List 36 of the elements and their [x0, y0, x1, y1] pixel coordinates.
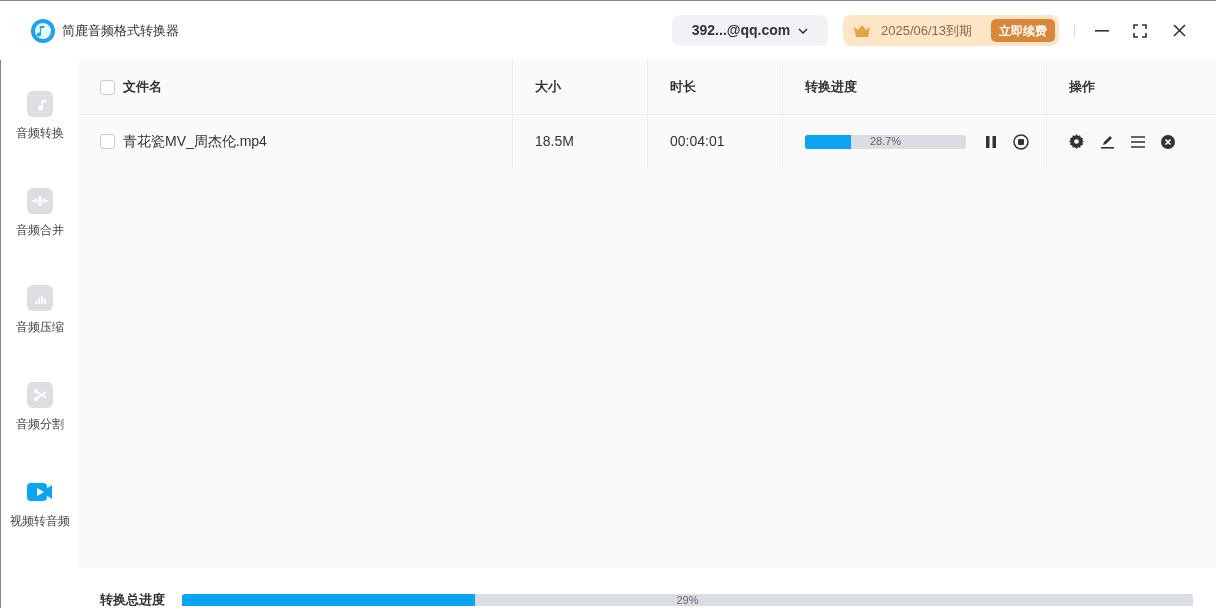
- app-logo-icon: [30, 17, 56, 44]
- checkbox[interactable]: [100, 134, 115, 149]
- account-dropdown[interactable]: 392...@qq.com: [672, 15, 828, 46]
- sidebar-item[interactable]: 音频合并: [1, 187, 78, 284]
- column-header: 操作: [1069, 78, 1095, 97]
- column-header: 文件名: [123, 78, 162, 97]
- remove-icon[interactable]: [1161, 134, 1175, 149]
- progress-reading: 28.7%: [868, 134, 903, 149]
- file-size: 18.5M: [535, 132, 574, 151]
- column-header: 时长: [670, 78, 696, 97]
- sidebar-item[interactable]: 音频压缩: [1, 284, 78, 381]
- edit-icon[interactable]: [1100, 134, 1115, 149]
- settings-icon[interactable]: [1069, 134, 1084, 149]
- sidebar-item[interactable]: 音频分割: [1, 381, 78, 478]
- file-duration: 00:04:01: [670, 132, 725, 151]
- sidebar-item[interactable]: 视频转音频: [1, 478, 78, 575]
- checkbox[interactable]: [100, 79, 115, 95]
- sidebar-item[interactable]: 音频转换: [1, 90, 78, 187]
- window-title: 简鹿音频格式转换器: [62, 21, 179, 40]
- merge-icon: [25, 187, 54, 215]
- maximize-icon[interactable]: [1133, 23, 1147, 38]
- crown-icon: [853, 23, 871, 38]
- chevron-down-icon: [798, 27, 809, 34]
- file-name: 青花瓷MV_周杰伦.mp4: [123, 132, 267, 151]
- total-progress-label: 转换总进度: [100, 593, 166, 606]
- minimize-icon[interactable]: [1095, 29, 1109, 32]
- column-header: 大小: [535, 78, 561, 97]
- expiry-date: 2025/06/13到期: [881, 21, 973, 40]
- list-icon[interactable]: [1131, 135, 1145, 148]
- total-progress-reading: 29%: [675, 594, 700, 606]
- stop-icon[interactable]: [1013, 133, 1029, 150]
- pause-icon[interactable]: [985, 135, 997, 148]
- column-header: 转换进度: [805, 78, 857, 97]
- cut-icon: [25, 381, 54, 409]
- close-icon[interactable]: [1173, 24, 1186, 37]
- music-icon: [25, 90, 54, 118]
